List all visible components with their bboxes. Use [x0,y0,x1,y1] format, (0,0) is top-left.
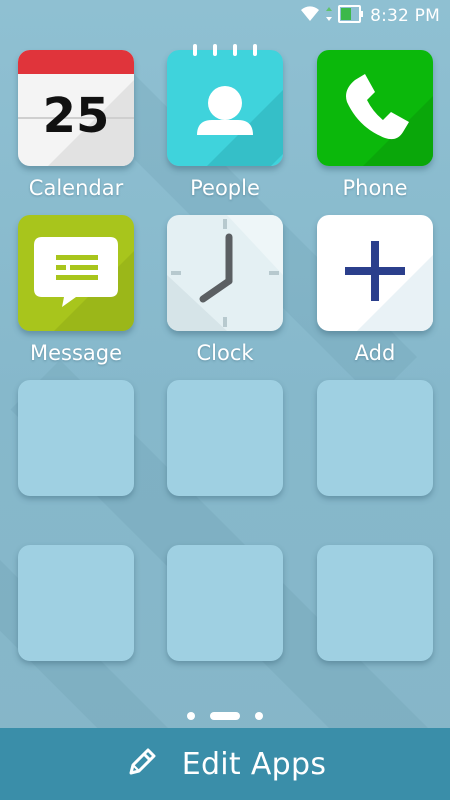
app-label: Phone [342,176,408,200]
person-icon [167,50,283,166]
clock-icon [167,215,283,331]
phone-app-tile[interactable] [317,50,433,166]
app-label: Add [354,341,396,365]
notebook-rings-icon [193,44,257,56]
pencil-icon [124,744,160,784]
edit-apps-button[interactable]: Edit Apps [0,728,450,800]
phone-handset-icon [317,50,433,166]
page-dot[interactable] [255,712,263,720]
message-app-tile[interactable] [18,215,134,331]
empty-app-slot[interactable] [317,545,433,661]
page-dot[interactable] [187,712,195,720]
people-app-tile[interactable] [167,44,283,166]
calendar-app-tile[interactable]: 25 [18,50,134,166]
app-grid: 25 Calendar People Phone Message Clock A… [0,0,450,700]
app-label: People [190,176,260,200]
page-dot-active[interactable] [210,712,240,720]
empty-app-slot[interactable] [167,380,283,496]
page-indicator [0,711,450,721]
clock-app-tile[interactable] [167,215,283,331]
app-label: Clock [196,341,254,365]
empty-app-slot[interactable] [18,545,134,661]
calendar-date: 25 [42,88,110,144]
empty-app-slot[interactable] [18,380,134,496]
speech-bubble-icon [18,215,134,331]
plus-icon [317,215,433,331]
empty-app-slot[interactable] [317,380,433,496]
add-app-tile[interactable] [317,215,433,331]
edit-apps-label: Edit Apps [181,746,327,782]
app-label: Calendar [28,176,124,200]
empty-app-slot[interactable] [167,545,283,661]
app-label: Message [29,341,123,365]
